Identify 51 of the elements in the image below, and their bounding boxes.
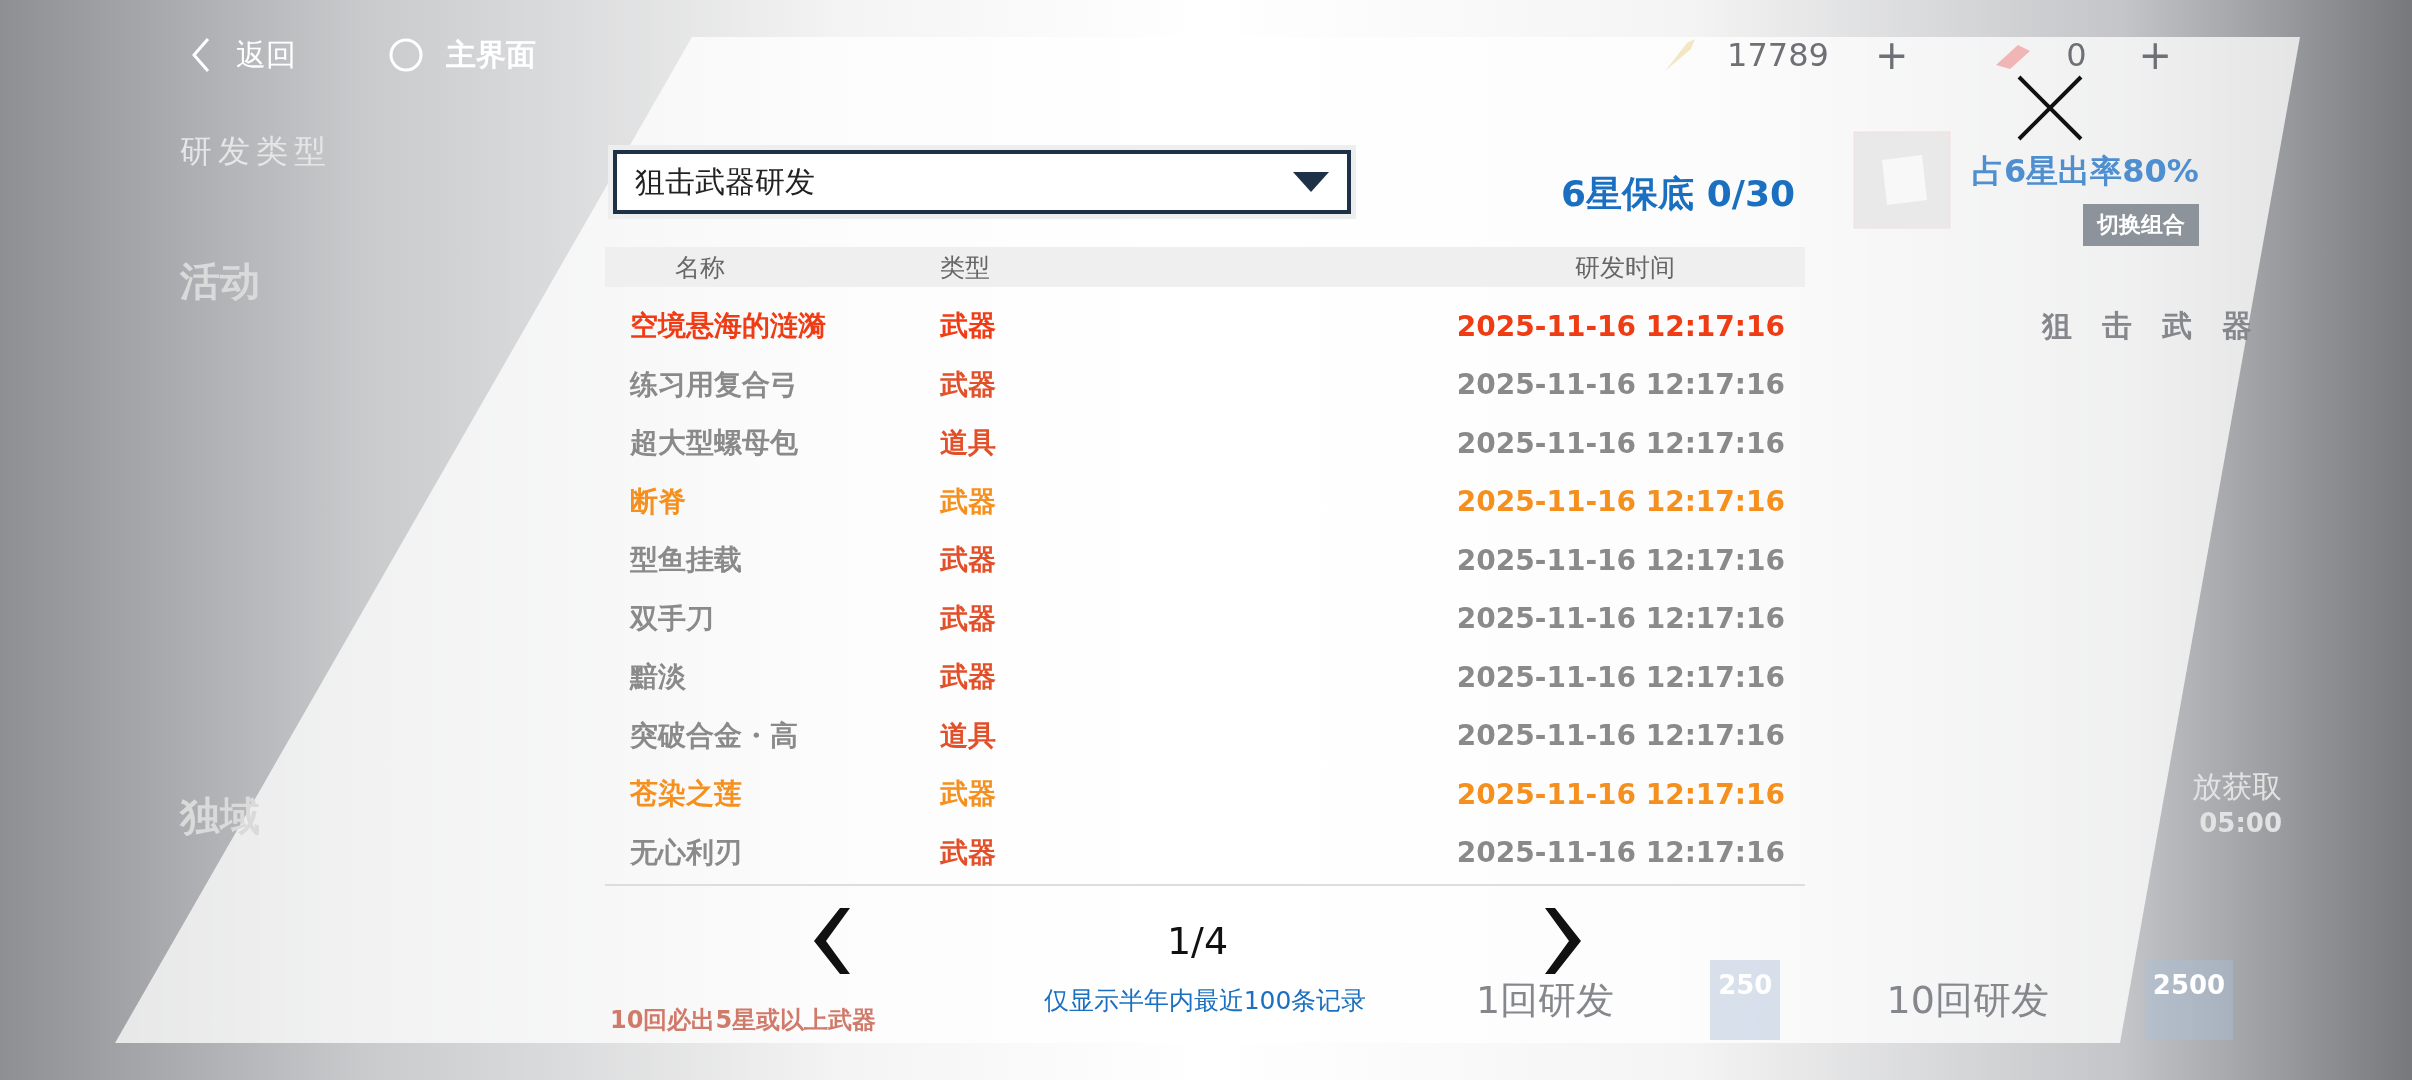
time-text: 05:00 [2199, 808, 2282, 838]
switch-button[interactable]: 切换组合 [2082, 204, 2199, 246]
table-cell-text: 武器 [940, 600, 997, 637]
column-header: 名称 [674, 251, 726, 284]
table-cell-text: 2025-11-16 12:17:16 [1455, 719, 1786, 753]
guarantee-note: 10回必出5星或以上武器 [610, 1005, 878, 1036]
table-cell-text: 无心利刃 [629, 834, 743, 871]
table-cell-text: 武器 [940, 834, 997, 871]
add-button[interactable]: + [1854, 32, 1929, 78]
page-indicator: 1/4 [1166, 919, 1229, 963]
table-cell-text: 型鱼挂载 [629, 542, 743, 579]
currency-amount: 0 [2065, 36, 2088, 74]
table-cell-text: 武器 [940, 483, 997, 520]
table-cell-text: 武器 [940, 308, 997, 345]
close-icon[interactable] [2015, 73, 2085, 143]
table-cell-text: 2025-11-16 12:17:16 [1455, 836, 1786, 870]
table-cell-text: 道具 [940, 425, 997, 462]
table-cell-text: 2025-11-16 12:17:16 [1455, 368, 1786, 402]
table-cell-text: 武器 [940, 659, 997, 696]
pity-counter: 6星保底 0/30 [1561, 172, 1795, 216]
table-cell-text: 2025-11-16 12:17:16 [1455, 309, 1786, 343]
records-note: 仅显示半年内最近100条记录 [1043, 985, 1367, 1017]
rate-text: 占6星出率80% [1972, 151, 2199, 192]
table-cell-text: 道具 [940, 717, 997, 754]
table-cell-text: 2025-11-16 12:17:16 [1455, 777, 1786, 811]
back-link[interactable]: 返回 [236, 34, 296, 76]
table-cell-text: 2025-11-16 12:17:16 [1455, 602, 1786, 636]
dropdown-arrow-icon [1291, 170, 1331, 194]
status-text: 放获取 [2192, 768, 2282, 806]
table-cell-text: 超大型螺母包 [629, 425, 799, 462]
table-cell-text: 2025-11-16 12:17:16 [1455, 485, 1786, 519]
currency-amount: 17789 [1726, 36, 1830, 74]
column-header: 类型 [940, 251, 991, 284]
table-cell-text: 双手刀 [628, 600, 715, 637]
table-cell-text: 2025-11-16 12:17:16 [1455, 426, 1786, 460]
table-cell-text: 2025-11-16 12:17:16 [1455, 660, 1786, 694]
table-cell-text: 空境悬海的涟漪 [629, 308, 827, 345]
table-cell-text: 练习用复合弓 [628, 366, 799, 403]
column-header: 研发时间 [1574, 251, 1676, 284]
table-cell-text: 武器 [940, 366, 997, 403]
table-cell-text: 突破合金・高 [629, 717, 799, 754]
table-cell-text: 苍染之莲 [629, 776, 743, 813]
table-cell-text: 2025-11-16 12:17:16 [1455, 543, 1786, 577]
add-button[interactable]: + [2118, 32, 2192, 78]
cost-badge: 2500 [2144, 960, 2234, 1040]
draw-button[interactable]: 1回研发 [1470, 973, 1621, 1027]
table-cell-text: 断脊 [629, 483, 687, 520]
draw-button[interactable]: 10回研发 [1880, 973, 2055, 1027]
table-cell-text: 武器 [940, 776, 997, 813]
table-cell-text: 武器 [940, 542, 997, 579]
table-cell-text: 黯淡 [628, 659, 687, 696]
